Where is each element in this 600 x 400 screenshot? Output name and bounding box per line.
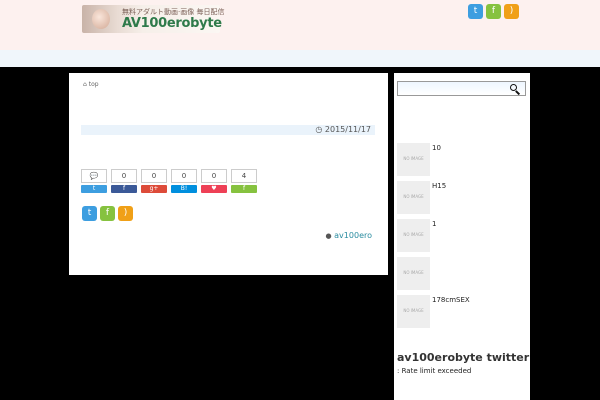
twitter-icon[interactable]: t (468, 4, 483, 19)
search-handle (515, 90, 521, 95)
header-social-links: t f ) (468, 4, 519, 19)
search-icon[interactable] (509, 83, 521, 95)
comments-icon: 💬 (81, 169, 107, 183)
facebook-icon[interactable]: f (111, 185, 137, 193)
post-title[interactable]: 1 (432, 220, 436, 228)
share-feedly[interactable]: 4 f (231, 169, 257, 193)
post-thumbnail[interactable]: NO IMAGE (397, 257, 430, 290)
rss-icon[interactable]: ) (118, 206, 133, 221)
feedly-count: 4 (231, 169, 257, 183)
post-title[interactable]: 10 (432, 144, 441, 152)
breadcrumb-top[interactable]: top (89, 81, 99, 88)
no-image-label: NO IMAGE (403, 308, 424, 313)
share-comments[interactable]: 💬 t (81, 169, 107, 193)
hatena-count: 0 (171, 169, 197, 183)
google-plus-icon[interactable]: g+ (141, 185, 167, 193)
feedly-icon[interactable]: f (100, 206, 115, 221)
twitter-icon[interactable]: t (82, 206, 97, 221)
clock-icon: ◷ (315, 125, 323, 134)
feedly-share-icon[interactable]: f (231, 185, 257, 193)
twitter-widget-title: av100erobyte twitter (397, 351, 530, 364)
feedly-icon[interactable]: f (486, 4, 501, 19)
share-hatena[interactable]: 0 B! (171, 169, 197, 193)
post-title[interactable]: 178cmSEX (432, 296, 470, 304)
hatena-icon[interactable]: B! (171, 185, 197, 193)
post-date-bar: ◷ 2015/11/17 (81, 125, 375, 135)
sidebar-post[interactable]: NO IMAGE (397, 257, 525, 291)
search-box[interactable] (397, 81, 526, 102)
user-icon: ● (325, 232, 332, 240)
no-image-label: NO IMAGE (403, 270, 424, 275)
no-image-label: NO IMAGE (403, 156, 424, 161)
post-date-text: 2015/11/17 (324, 125, 371, 134)
post-date: ◷ 2015/11/17 (315, 125, 371, 135)
breadcrumb[interactable]: ⌂ top (83, 81, 99, 88)
no-image-label: NO IMAGE (403, 194, 424, 199)
home-icon: ⌂ (83, 81, 87, 88)
sidebar-post[interactable]: NO IMAGE 1 (397, 219, 525, 253)
post-thumbnail[interactable]: NO IMAGE (397, 181, 430, 214)
site-logo[interactable]: 無料アダルト動画·画像 毎日配信 AV100erobyte (82, 5, 224, 33)
search-input[interactable] (398, 89, 508, 102)
google-plus-count: 0 (141, 169, 167, 183)
nav-strip (0, 50, 600, 67)
post-thumbnail[interactable]: NO IMAGE (397, 219, 430, 252)
pocket-count: 0 (201, 169, 227, 183)
post-thumbnail[interactable]: NO IMAGE (397, 295, 430, 328)
logo-face-image (92, 9, 110, 29)
share-facebook[interactable]: 0 f (111, 169, 137, 193)
sidebar-post[interactable]: NO IMAGE 178cmSEX (397, 295, 525, 329)
facebook-count: 0 (111, 169, 137, 183)
rss-icon[interactable]: ) (504, 4, 519, 19)
post-title[interactable]: H15 (432, 182, 446, 190)
twitter-widget-message: : Rate limit exceeded (397, 367, 472, 375)
post-thumbnail[interactable]: NO IMAGE (397, 143, 430, 176)
no-image-label: NO IMAGE (403, 232, 424, 237)
pocket-icon[interactable]: ♥ (201, 185, 227, 193)
share-pocket[interactable]: 0 ♥ (201, 169, 227, 193)
sidebar-post[interactable]: NO IMAGE 10 (397, 143, 525, 177)
main-content: ⌂ top ◷ 2015/11/17 💬 t 0 f 0 g+ 0 B! 0 ♥ (69, 73, 388, 275)
sidebar-post[interactable]: NO IMAGE H15 (397, 181, 525, 215)
post-author[interactable]: ● av100ero (326, 231, 373, 240)
post-social-links: t f ) (82, 206, 133, 221)
author-name[interactable]: av100ero (334, 231, 372, 240)
share-google-plus[interactable]: 0 g+ (141, 169, 167, 193)
sidebar: NO IMAGE 10 NO IMAGE H15 NO IMAGE 1 NO I… (394, 73, 530, 400)
logo-text: AV100erobyte (122, 16, 222, 31)
twitter-share-icon[interactable]: t (81, 185, 107, 193)
share-buttons: 💬 t 0 f 0 g+ 0 B! 0 ♥ 4 f (81, 169, 257, 193)
